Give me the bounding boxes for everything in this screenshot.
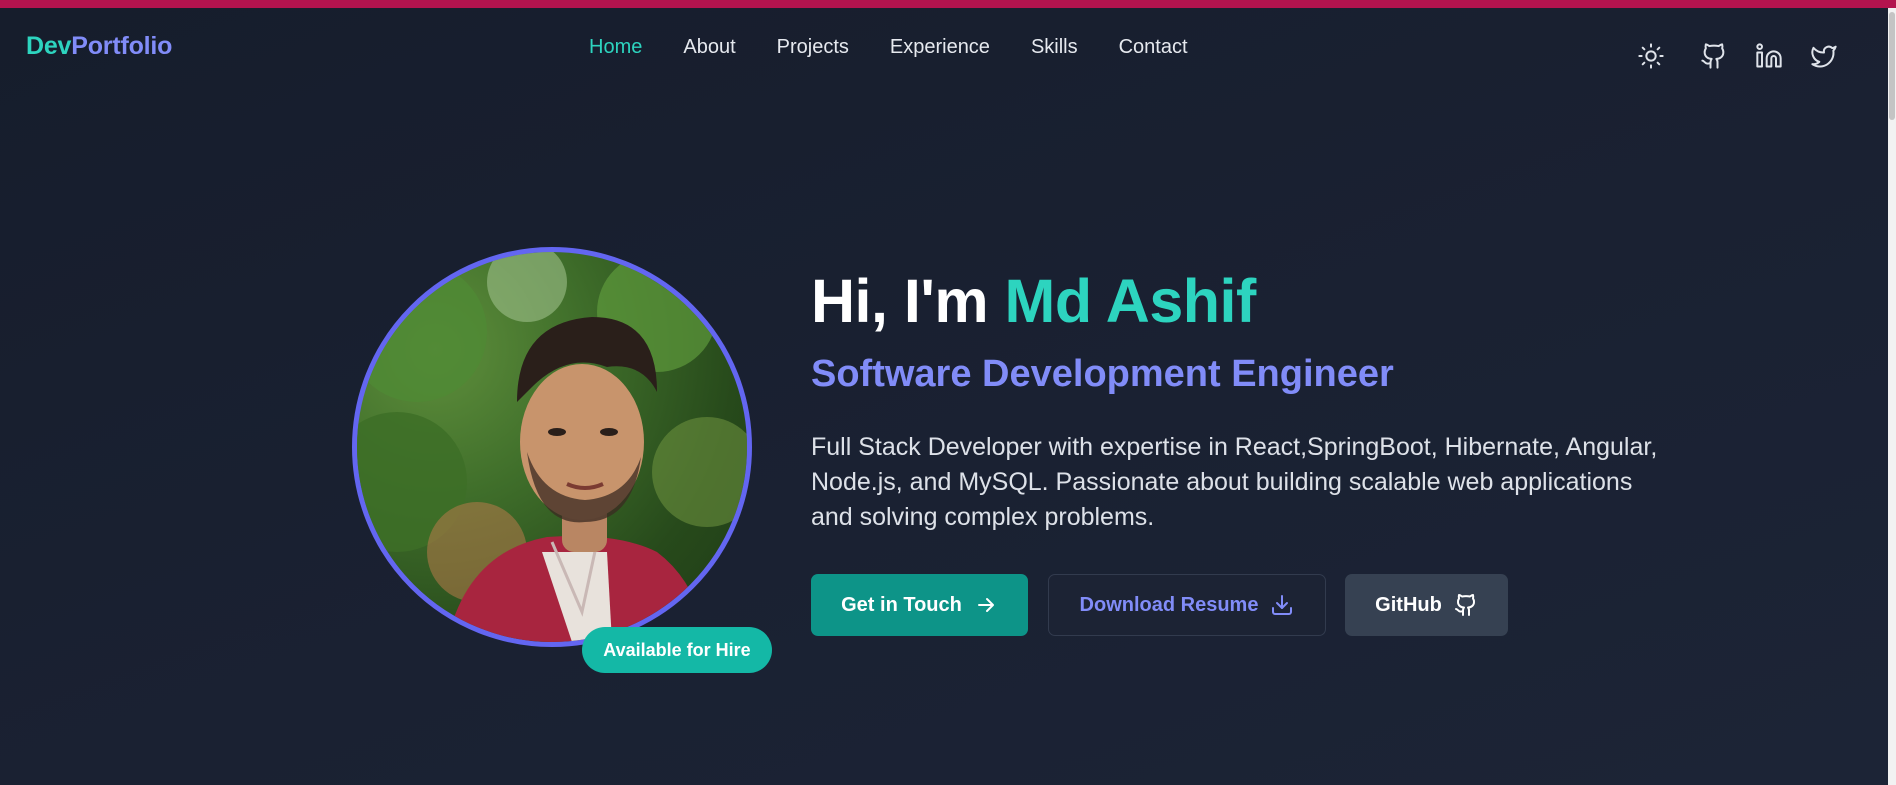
linkedin-icon[interactable] bbox=[1755, 42, 1783, 70]
portfolio-page: DevPortfolio Home About Projects Experie… bbox=[0, 8, 1888, 785]
nav-link-about[interactable]: About bbox=[683, 36, 735, 59]
github-icon bbox=[1454, 594, 1475, 616]
site-logo[interactable]: DevPortfolio bbox=[26, 32, 172, 61]
nav-link-home[interactable]: Home bbox=[589, 36, 642, 59]
sun-icon[interactable] bbox=[1637, 42, 1665, 70]
profile-photo bbox=[352, 247, 752, 647]
github-button[interactable]: GitHub bbox=[1345, 574, 1508, 636]
get-in-touch-button[interactable]: Get in Touch bbox=[811, 574, 1028, 636]
get-in-touch-label: Get in Touch bbox=[841, 593, 962, 616]
twitter-icon[interactable] bbox=[1810, 42, 1838, 70]
available-for-hire-badge: Available for Hire bbox=[582, 627, 772, 673]
browser-top-strip bbox=[0, 0, 1896, 8]
hero-description: Full Stack Developer with expertise in R… bbox=[811, 433, 1658, 531]
profile-photo-container bbox=[352, 247, 752, 647]
download-resume-button[interactable]: Download Resume bbox=[1048, 574, 1326, 636]
logo-part-portfolio: Portfolio bbox=[71, 32, 173, 60]
nav-link-skills[interactable]: Skills bbox=[1031, 36, 1078, 59]
hero-name: Md Ashif bbox=[1004, 267, 1257, 335]
profile-photo-illustration bbox=[357, 252, 747, 642]
hero-greeting: Hi, I'm bbox=[811, 267, 1005, 335]
navbar: DevPortfolio Home About Projects Experie… bbox=[0, 8, 1888, 88]
hero-title: Hi, I'm Md Ashif bbox=[811, 266, 1256, 336]
nav-link-experience[interactable]: Experience bbox=[890, 36, 990, 59]
download-resume-label: Download Resume bbox=[1079, 593, 1259, 616]
nav-link-projects[interactable]: Projects bbox=[777, 36, 849, 59]
nav-links: Home About Projects Experience Skills Co… bbox=[589, 36, 1188, 59]
logo-part-dev: Dev bbox=[26, 32, 72, 60]
github-button-label: GitHub bbox=[1375, 593, 1442, 616]
github-icon[interactable] bbox=[1700, 42, 1728, 70]
hero-role: Software Development Engineer bbox=[811, 353, 1394, 395]
scrollbar-thumb[interactable] bbox=[1889, 12, 1895, 120]
arrow-right-icon bbox=[977, 598, 994, 612]
nav-link-contact[interactable]: Contact bbox=[1119, 36, 1188, 59]
download-icon bbox=[1272, 595, 1293, 615]
page-scrollbar[interactable] bbox=[1888, 8, 1896, 785]
